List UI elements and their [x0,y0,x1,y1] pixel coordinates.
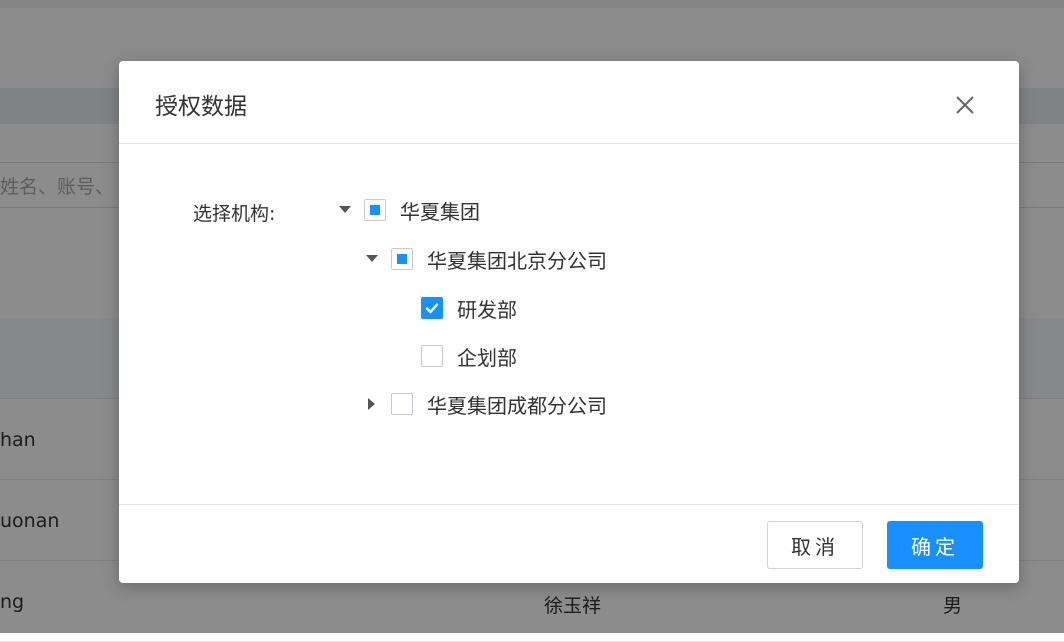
tree-node-label: 华夏集团成都分公司 [427,393,607,418]
tree-node-rd-dept[interactable]: 研发部 [421,292,517,324]
tree-node-label: 企划部 [457,345,517,370]
tree-checkbox[interactable] [421,297,443,319]
close-button[interactable] [951,91,979,119]
tree-node-label: 华夏集团 [400,199,480,224]
select-org-label: 选择机构: [193,203,276,225]
confirm-button[interactable]: 确定 [887,521,983,569]
tree-checkbox[interactable] [391,248,413,270]
tree-node-planning-dept[interactable]: 企划部 [421,340,517,372]
tree-checkbox[interactable] [364,199,386,221]
tree-checkbox[interactable] [421,345,443,367]
caret-down-icon[interactable] [364,251,380,267]
tree-node-label: 华夏集团北京分公司 [427,248,607,273]
dialog-footer: 取消 确定 [119,504,1019,584]
cancel-button[interactable]: 取消 [767,521,863,569]
caret-right-icon[interactable] [364,396,380,412]
authorize-data-dialog: 授权数据 选择机构: 华夏集团 华夏集团北京分公司 研发部 企划部 华夏集团成都… [119,61,1019,583]
dialog-header: 授权数据 [119,61,1019,144]
dialog-body: 选择机构: 华夏集团 华夏集团北京分公司 研发部 企划部 华夏集团成都分公司 [119,144,1019,504]
tree-checkbox[interactable] [391,393,413,415]
caret-down-icon[interactable] [337,202,353,218]
tree-node-chengdu-branch[interactable]: 华夏集团成都分公司 [364,388,607,420]
tree-node-beijing-branch[interactable]: 华夏集团北京分公司 [364,243,607,275]
tree-node-label: 研发部 [457,297,517,322]
check-icon [425,303,439,314]
close-icon [956,96,974,114]
dialog-title: 授权数据 [155,94,247,120]
tree-node-huaxia-group[interactable]: 华夏集团 [337,194,480,226]
